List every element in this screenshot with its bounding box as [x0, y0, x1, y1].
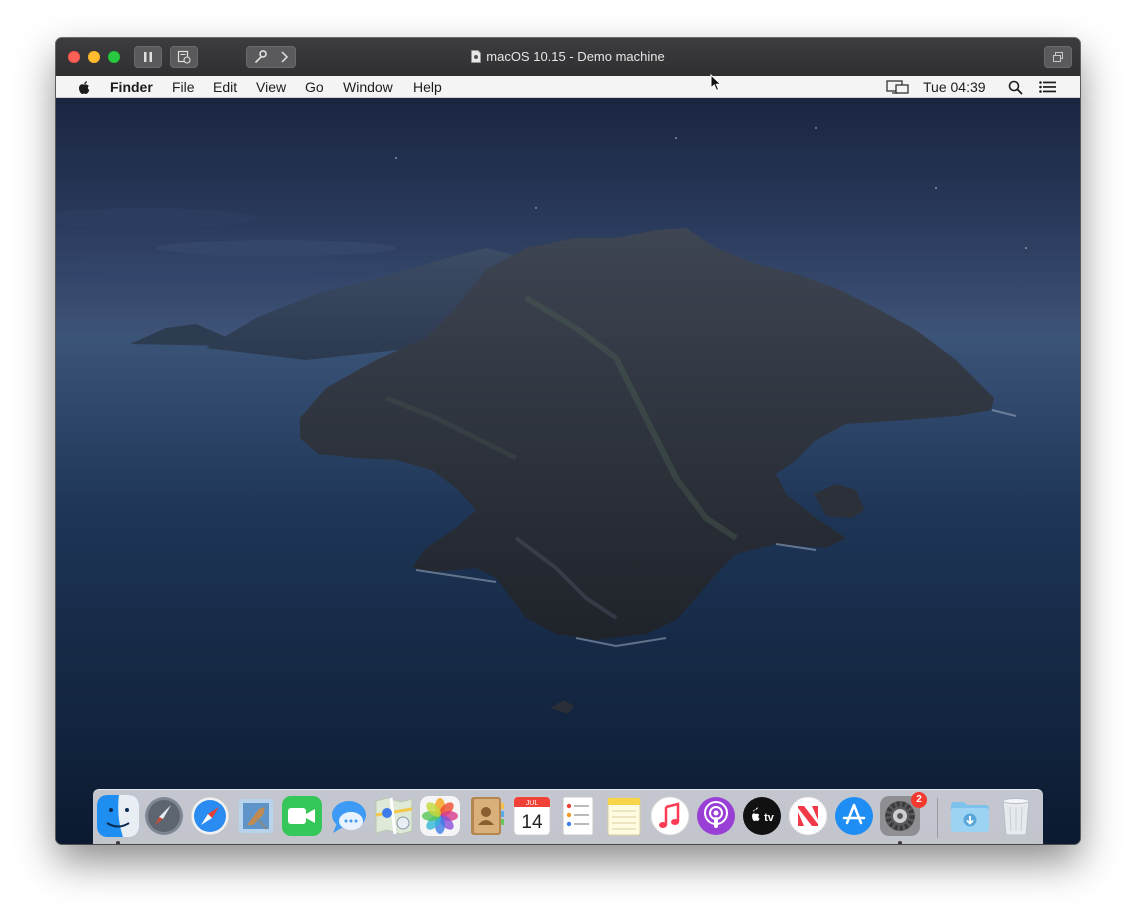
menu-app-finder[interactable]: Finder	[110, 76, 153, 98]
window-title-text: macOS 10.15 - Demo machine	[486, 49, 665, 64]
calendar-day: 14	[521, 812, 543, 833]
catalina-wallpaper	[56, 98, 1080, 844]
photos-icon[interactable]	[419, 795, 461, 837]
launchpad-icon[interactable]	[143, 795, 185, 837]
system-preferences-icon[interactable]: 2	[879, 792, 927, 837]
safari-icon[interactable]	[189, 795, 231, 837]
music-icon[interactable]	[649, 795, 691, 837]
menu-clock[interactable]: Tue 04:39	[923, 76, 986, 98]
reminders-icon[interactable]	[557, 795, 599, 837]
contacts-icon[interactable]	[465, 795, 507, 837]
trash-icon[interactable]	[995, 795, 1037, 837]
tv-label: tv	[764, 812, 775, 824]
notification-center-icon[interactable]	[1039, 81, 1057, 93]
notes-icon[interactable]	[603, 795, 645, 837]
downloads-folder-icon[interactable]	[949, 795, 991, 837]
menu-help[interactable]: Help	[413, 76, 442, 98]
facetime-icon[interactable]	[281, 795, 323, 837]
vm-window: macOS 10.15 - Demo machine Finder File E…	[56, 38, 1080, 844]
menu-go[interactable]: Go	[305, 76, 324, 98]
finder-running-indicator	[116, 841, 120, 844]
notification-badge: 2	[911, 792, 927, 808]
dock: JUL 14 tv 2	[93, 789, 1043, 844]
title-bar: macOS 10.15 - Demo machine	[56, 38, 1080, 77]
system-preferences-running-indicator	[898, 841, 902, 844]
maps-icon[interactable]	[373, 795, 415, 837]
apple-menu-icon[interactable]	[77, 79, 91, 95]
menu-bar: Finder File Edit View Go Window Help Tue…	[56, 76, 1080, 98]
windows-icon	[1053, 52, 1063, 62]
window-title: macOS 10.15 - Demo machine	[56, 38, 1080, 76]
menu-file[interactable]: File	[172, 76, 195, 98]
podcasts-icon[interactable]	[695, 795, 737, 837]
spotlight-search-icon[interactable]	[1008, 80, 1023, 95]
news-icon[interactable]	[787, 795, 829, 837]
document-icon	[471, 50, 482, 63]
menu-edit[interactable]: Edit	[213, 76, 237, 98]
calendar-month: JUL	[526, 800, 539, 807]
menu-view[interactable]: View	[256, 76, 286, 98]
mouse-cursor-icon	[710, 74, 722, 92]
display-mirroring-icon[interactable]	[886, 79, 910, 95]
desktop-wallpaper[interactable]	[56, 98, 1080, 844]
mail-icon[interactable]	[235, 795, 277, 837]
tv-icon[interactable]: tv	[741, 795, 783, 837]
dock-separator	[937, 798, 938, 838]
app-store-icon[interactable]	[833, 795, 875, 837]
calendar-icon[interactable]: JUL 14	[511, 795, 553, 837]
menu-window[interactable]: Window	[343, 76, 393, 98]
finder-icon[interactable]	[97, 795, 139, 837]
messages-icon[interactable]	[327, 795, 369, 837]
fullscreen-button[interactable]	[1044, 46, 1072, 68]
